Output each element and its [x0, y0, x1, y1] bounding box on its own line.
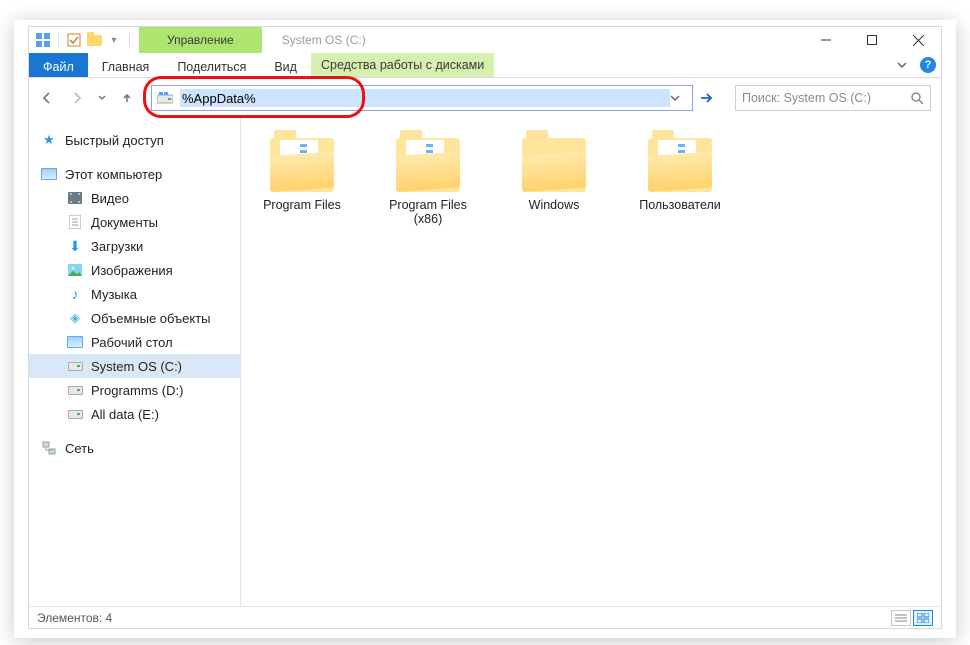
sidebar-item-label: Изображения [91, 263, 173, 278]
sidebar-quick-access[interactable]: ★ Быстрый доступ [29, 128, 240, 152]
sidebar-item-label: Объемные объекты [91, 311, 211, 326]
folder-label: Пользователи [631, 198, 729, 212]
sidebar-item-downloads[interactable]: ⬇ Загрузки [29, 234, 240, 258]
folder-icon [270, 138, 334, 192]
folder-label: Windows [505, 198, 603, 212]
drive-icon [67, 382, 83, 398]
sidebar-item-music[interactable]: ♪ Музыка [29, 282, 240, 306]
pictures-icon [67, 262, 83, 278]
nav-recent-dropdown[interactable] [95, 86, 109, 110]
nav-back-button[interactable] [35, 86, 59, 110]
minimize-button[interactable] [803, 27, 849, 53]
view-icons-button[interactable] [913, 610, 933, 626]
folder-label: Program Files [253, 198, 351, 212]
view-details-button[interactable] [891, 610, 911, 626]
tab-home[interactable]: Главная [88, 53, 164, 77]
desktop-icon [67, 334, 83, 350]
sidebar-item-label: Видео [91, 191, 129, 206]
help-button[interactable]: ? [915, 53, 941, 77]
titlebar: ▾ Управление System OS (C:) [29, 27, 941, 53]
address-input[interactable] [180, 89, 670, 107]
folder-item[interactable]: Program Files [253, 138, 351, 212]
sidebar-item-label: Документы [91, 215, 158, 230]
sidebar-network[interactable]: Сеть [29, 436, 240, 460]
sidebar-item-desktop[interactable]: Рабочий стол [29, 330, 240, 354]
sidebar-item-label: Рабочий стол [91, 335, 173, 350]
drive-icon [67, 406, 83, 422]
folder-small-icon[interactable] [86, 32, 102, 48]
sidebar-item-drive-e[interactable]: All data (E:) [29, 402, 240, 426]
sidebar-this-pc[interactable]: Этот компьютер [29, 162, 240, 186]
sidebar-item-label: Programms (D:) [91, 383, 183, 398]
maximize-button[interactable] [849, 27, 895, 53]
search-placeholder: Поиск: System OS (C:) [742, 91, 871, 105]
sidebar-label: Сеть [65, 441, 94, 456]
sidebar-item-label: Музыка [91, 287, 137, 302]
folder-item[interactable]: Пользователи [631, 138, 729, 212]
drive-icon [156, 89, 174, 107]
sidebar-label: Быстрый доступ [65, 133, 164, 148]
close-button[interactable] [895, 27, 941, 53]
nav-sidebar: ★ Быстрый доступ Этот компьютер Видео [29, 118, 241, 606]
ribbon-expand-icon[interactable] [889, 53, 915, 77]
sidebar-item-3d-objects[interactable]: ◈ Объемные объекты [29, 306, 240, 330]
folder-label: Program Files (x86) [379, 198, 477, 226]
star-icon: ★ [41, 132, 57, 148]
music-icon: ♪ [67, 286, 83, 302]
sidebar-item-videos[interactable]: Видео [29, 186, 240, 210]
quick-access-toolbar: ▾ [29, 27, 139, 53]
sidebar-label: Этот компьютер [65, 167, 162, 182]
folder-icon [648, 138, 712, 192]
tab-share[interactable]: Поделиться [163, 53, 260, 77]
checkbox-icon[interactable] [66, 32, 82, 48]
sidebar-item-pictures[interactable]: Изображения [29, 258, 240, 282]
address-bar[interactable] [151, 85, 693, 111]
go-button[interactable] [699, 91, 723, 105]
videos-icon [67, 190, 83, 206]
network-icon [41, 440, 57, 456]
tab-file[interactable]: Файл [29, 53, 88, 77]
address-dropdown-icon[interactable] [670, 93, 688, 103]
sidebar-item-drive-c[interactable]: System OS (C:) [29, 354, 240, 378]
sidebar-item-documents[interactable]: Документы [29, 210, 240, 234]
sidebar-item-label: System OS (C:) [91, 359, 182, 374]
sidebar-item-label: Загрузки [91, 239, 143, 254]
context-tab-header: Управление [139, 27, 262, 53]
window-title: System OS (C:) [262, 27, 386, 53]
drive-icon [67, 358, 83, 374]
folder-icon [522, 138, 586, 192]
sidebar-item-label: All data (E:) [91, 407, 159, 422]
folder-icon [396, 138, 460, 192]
pc-icon [41, 166, 57, 182]
nav-row: Поиск: System OS (C:) [29, 78, 941, 118]
help-icon: ? [920, 57, 936, 73]
sidebar-item-drive-d[interactable]: Programms (D:) [29, 378, 240, 402]
folder-item[interactable]: Program Files (x86) [379, 138, 477, 226]
status-bar: Элементов: 4 [29, 606, 941, 628]
folder-item[interactable]: Windows [505, 138, 603, 212]
tab-drive-tools[interactable]: Средства работы с дисками [311, 53, 494, 77]
cube-icon: ◈ [67, 310, 83, 326]
search-icon[interactable] [910, 91, 924, 105]
nav-forward-button[interactable] [65, 86, 89, 110]
app-icon [35, 32, 51, 48]
content-area[interactable]: Program Files Program Files (x86) Window… [241, 118, 941, 606]
item-count: Элементов: 4 [37, 611, 112, 625]
ribbon: Файл Главная Поделиться Вид Средства раб… [29, 53, 941, 78]
nav-up-button[interactable] [115, 86, 139, 110]
qat-dropdown-icon[interactable]: ▾ [106, 32, 122, 48]
tab-view[interactable]: Вид [260, 53, 311, 77]
documents-icon [67, 214, 83, 230]
search-box[interactable]: Поиск: System OS (C:) [735, 85, 931, 111]
downloads-icon: ⬇ [67, 238, 83, 254]
